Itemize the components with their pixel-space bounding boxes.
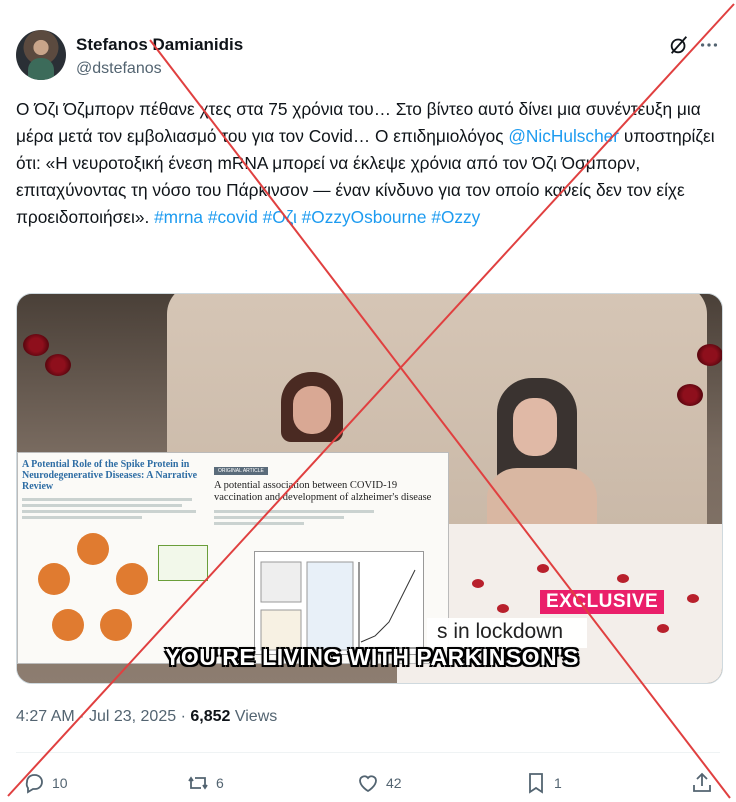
person-right (487, 378, 597, 548)
hashtag-link[interactable]: #Ozzy (431, 207, 480, 227)
bookmark-icon (529, 773, 543, 794)
lower-third-text: s in lockdown (437, 620, 564, 643)
rose-decoration (697, 344, 722, 366)
paper-right-title: A potential association between COVID-19… (214, 480, 432, 503)
avatar[interactable] (16, 30, 66, 80)
divider (16, 752, 720, 753)
tweet-header: Stefanos Damianidis @dstefanos (16, 30, 720, 82)
hashtag-link[interactable]: #mrna (154, 207, 203, 227)
hashtag-link[interactable]: #Οζι (263, 207, 297, 227)
views-count: 6,852 (190, 708, 231, 725)
petal (472, 579, 484, 588)
repost-button[interactable]: 6 (186, 770, 224, 796)
video-caption: YOU'RE LIVING WITH PARKINSON'S (165, 644, 579, 670)
repost-icon (188, 776, 208, 790)
diagram-box (158, 545, 208, 581)
paper-badge: ORIGINAL ARTICLE (214, 467, 268, 475)
slashed-circle-icon[interactable] (668, 34, 690, 56)
reply-icon (25, 774, 43, 794)
bookmark-button[interactable]: 1 (524, 770, 562, 796)
paper-left: A Potential Role of the Spike Protein in… (22, 459, 208, 522)
rose-decoration (23, 334, 49, 356)
bookmark-count: 1 (554, 775, 562, 791)
petal (497, 604, 509, 613)
hashtag-link[interactable]: #covid (208, 207, 258, 227)
petal (687, 594, 699, 603)
petal (657, 624, 669, 633)
views-label: Views (234, 708, 278, 725)
meta-separator: · (79, 708, 85, 725)
share-icon (693, 772, 711, 792)
mention-link[interactable]: @NicHulscher (508, 126, 619, 146)
tweet-text: Ο Όζι Όζμπορν πέθανε χτες στα 75 χρόνια … (16, 96, 724, 231)
like-count: 42 (386, 775, 402, 791)
share-button[interactable] (690, 770, 714, 796)
petal (537, 564, 549, 573)
rose-decoration (677, 384, 703, 406)
tweet-time[interactable]: 4:27 AM (16, 708, 75, 725)
paper-right: ORIGINAL ARTICLE A potential association… (214, 459, 444, 528)
heart-icon (359, 775, 377, 793)
exclusive-badge: EXCLUSIVE (540, 590, 665, 614)
repost-count: 6 (216, 775, 224, 791)
action-bar: 10 6 42 1 (16, 770, 720, 798)
more-dots-icon[interactable] (698, 34, 720, 56)
tweet-date[interactable]: Jul 23, 2025 (89, 708, 176, 725)
paper-overlay: A Potential Role of the Spike Protein in… (17, 452, 449, 664)
reply-count: 10 (52, 775, 68, 791)
rose-decoration (45, 354, 71, 376)
paper-left-title: A Potential Role of the Spike Protein in… (22, 459, 198, 492)
author-block[interactable]: Stefanos Damianidis @dstefanos (76, 34, 243, 80)
author-handle[interactable]: @dstefanos (76, 58, 243, 80)
meta-separator: · (180, 708, 186, 725)
hashtag-link[interactable]: #OzzyOsbourne (302, 207, 427, 227)
like-button[interactable]: 42 (356, 770, 402, 796)
reply-button[interactable]: 10 (22, 770, 68, 796)
tweet-meta: 4:27 AM · Jul 23, 2025 · 6,852 Views (16, 708, 277, 726)
paper-figure (254, 551, 424, 655)
petal (617, 574, 629, 583)
author-name[interactable]: Stefanos Damianidis (76, 34, 243, 56)
video-thumbnail[interactable]: A Potential Role of the Spike Protein in… (16, 293, 723, 684)
cycle-diagram (38, 533, 148, 643)
person-left (275, 372, 349, 462)
